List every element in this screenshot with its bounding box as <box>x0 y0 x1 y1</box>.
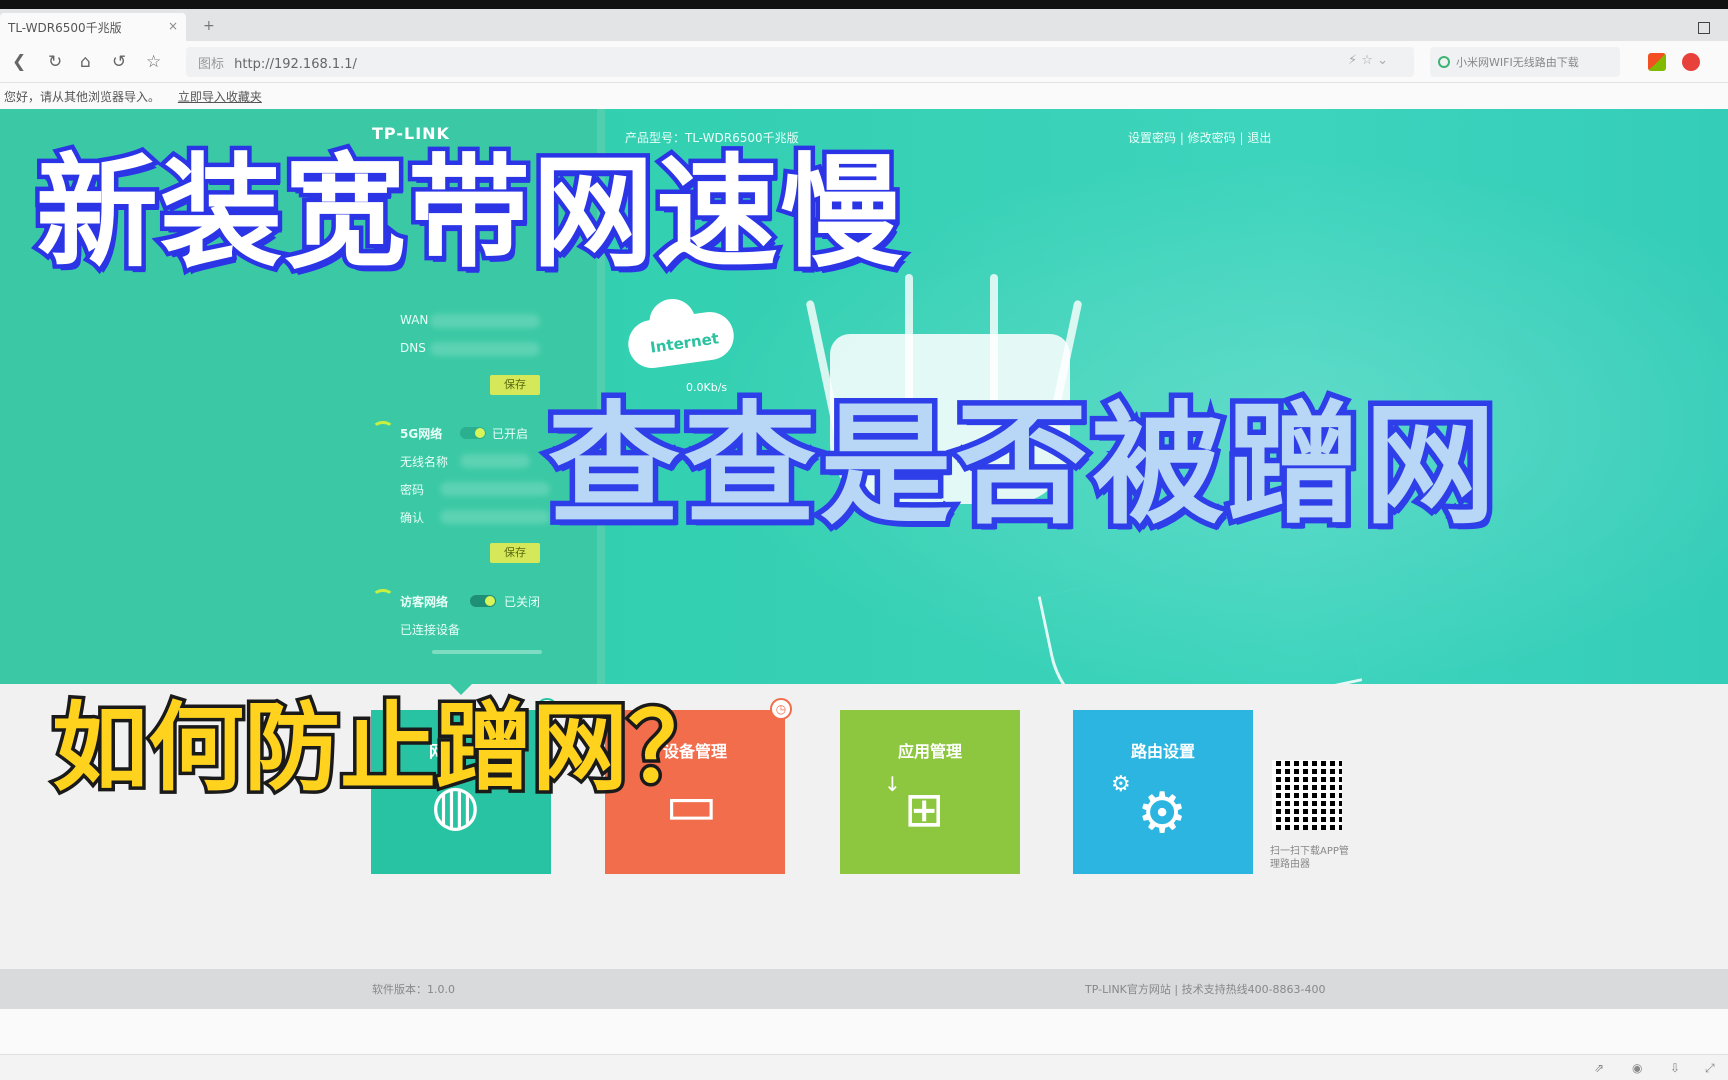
small-gear-icon: ⚙ <box>1111 772 1131 797</box>
tab-title: TL-WDR6500千兆版 <box>8 21 122 35</box>
software-version: 软件版本：1.0.0 <box>372 983 455 996</box>
browser-statusbar: ⇗ ◉ ⇩ ⤢ <box>0 1054 1728 1080</box>
guest-toggle[interactable] <box>470 595 496 607</box>
wifi5g-status: 已开启 <box>492 427 529 441</box>
tile-label: 应用管理 <box>897 742 962 761</box>
guest-network-label: 访客网络 <box>400 595 449 609</box>
wifi5g-name-value <box>460 454 530 468</box>
dns-label: DNS <box>400 341 426 355</box>
qr-code <box>1272 760 1342 830</box>
tplink-logo: TP-LINK <box>372 124 450 143</box>
gear-icon: ⚙ <box>1137 781 1188 846</box>
tile-router-settings[interactable]: 路由设置 ⚙ ⚙ <box>1073 710 1253 874</box>
wifi5g-toggle[interactable] <box>460 427 486 439</box>
extension-windows-icon[interactable] <box>1648 53 1666 71</box>
wifi5g-password-label: 密码 <box>400 483 425 497</box>
home-icon[interactable]: ⌂ <box>80 52 91 72</box>
undo-icon[interactable]: ↺ <box>112 52 126 72</box>
close-icon[interactable]: × <box>168 19 178 33</box>
address-text: http://192.168.1.1/ <box>234 57 357 72</box>
overlay-question: 如何防止蹭网？ <box>49 692 728 804</box>
apps-icon: ⊞ <box>904 782 945 838</box>
search-input[interactable]: 小米网WIFI无线路由下载 <box>1430 47 1620 77</box>
wifi5g-confirm-label: 确认 <box>400 511 425 525</box>
wifi-icon <box>372 421 394 437</box>
guest-wifi-icon <box>372 589 394 605</box>
security-icon: 图标 <box>198 57 225 72</box>
overlay-title-line1: 新装宽带网速慢 <box>32 142 907 284</box>
support-links[interactable]: TP-LINK官方网站 | 技术支持热线400-8863-400 <box>1085 981 1326 997</box>
share-icon[interactable]: ⇗ <box>1594 1061 1604 1075</box>
clock-badge-icon[interactable]: ◷ <box>770 698 792 720</box>
back-icon[interactable]: ❮ <box>12 52 26 72</box>
search-placeholder: 小米网WIFI无线路由下载 <box>1456 56 1579 69</box>
guest-connected-label: 已连接设备 <box>400 623 461 637</box>
import-infobar: 您好，请从其他浏览器导入。 立即导入收藏夹 <box>0 83 1728 109</box>
wifi5g-label: 5G网络 <box>400 427 443 441</box>
page-bottom-blank <box>0 1009 1728 1054</box>
new-tab-button[interactable]: + <box>203 18 215 34</box>
browser-tabbar: TL-WDR6500千兆版 × + <box>0 9 1728 41</box>
wan-label: WAN <box>400 313 429 327</box>
window-top-edge <box>0 0 1728 9</box>
browser-navbar: ❮ ↻ ⌂ ↺ ☆ 图标 http://192.168.1.1/ ⚡ ☆ ⌄ 小… <box>0 41 1728 83</box>
search-engine-icon <box>1438 56 1450 68</box>
dns-value <box>430 342 540 356</box>
qr-caption: 扫一扫下载APP管理路由器 <box>1270 846 1349 870</box>
wifi5g-name-label: 无线名称 <box>400 455 449 469</box>
save-button-2[interactable]: 保存 <box>490 543 540 563</box>
bookmark-star-icon[interactable]: ⚡ ☆ ⌄ <box>1348 53 1388 68</box>
star-icon[interactable]: ☆ <box>146 52 161 72</box>
sidebar-scrollbar[interactable] <box>432 650 542 654</box>
wan-value <box>430 314 540 328</box>
download-icon[interactable]: ⇩ <box>1670 1061 1680 1075</box>
sound-icon[interactable]: ◉ <box>1632 1061 1642 1075</box>
zoom-icon[interactable]: ⤢ <box>1705 1061 1715 1076</box>
refresh-icon[interactable]: ↻ <box>48 52 62 72</box>
save-button[interactable]: 保存 <box>490 375 540 395</box>
guest-status: 已关闭 <box>504 595 541 609</box>
router-footer: 软件版本：1.0.0 TP-LINK官方网站 | 技术支持热线400-8863-… <box>0 969 1728 1009</box>
import-link[interactable]: 立即导入收藏夹 <box>178 90 262 104</box>
tile-label: 路由设置 <box>1130 742 1195 761</box>
restore-window-icon[interactable] <box>1698 22 1710 34</box>
wifi5g-confirm-value <box>440 510 550 524</box>
extension-game-icon[interactable] <box>1682 53 1700 71</box>
infobar-text: 您好，请从其他浏览器导入。 <box>4 90 161 104</box>
tile-app-management[interactable]: 应用管理 ↓ ⊞ <box>840 710 1020 874</box>
wifi5g-password-value <box>440 482 550 496</box>
browser-tab[interactable]: TL-WDR6500千兆版 × <box>0 13 186 41</box>
account-links[interactable]: 设置密码 | 修改密码 | 退出 <box>1128 129 1271 146</box>
address-bar[interactable]: 图标 http://192.168.1.1/ ⚡ ☆ ⌄ <box>186 47 1414 77</box>
overlay-title-line2: 查查是否被蹭网 <box>543 389 1502 543</box>
download-arrow-icon: ↓ <box>884 772 901 796</box>
